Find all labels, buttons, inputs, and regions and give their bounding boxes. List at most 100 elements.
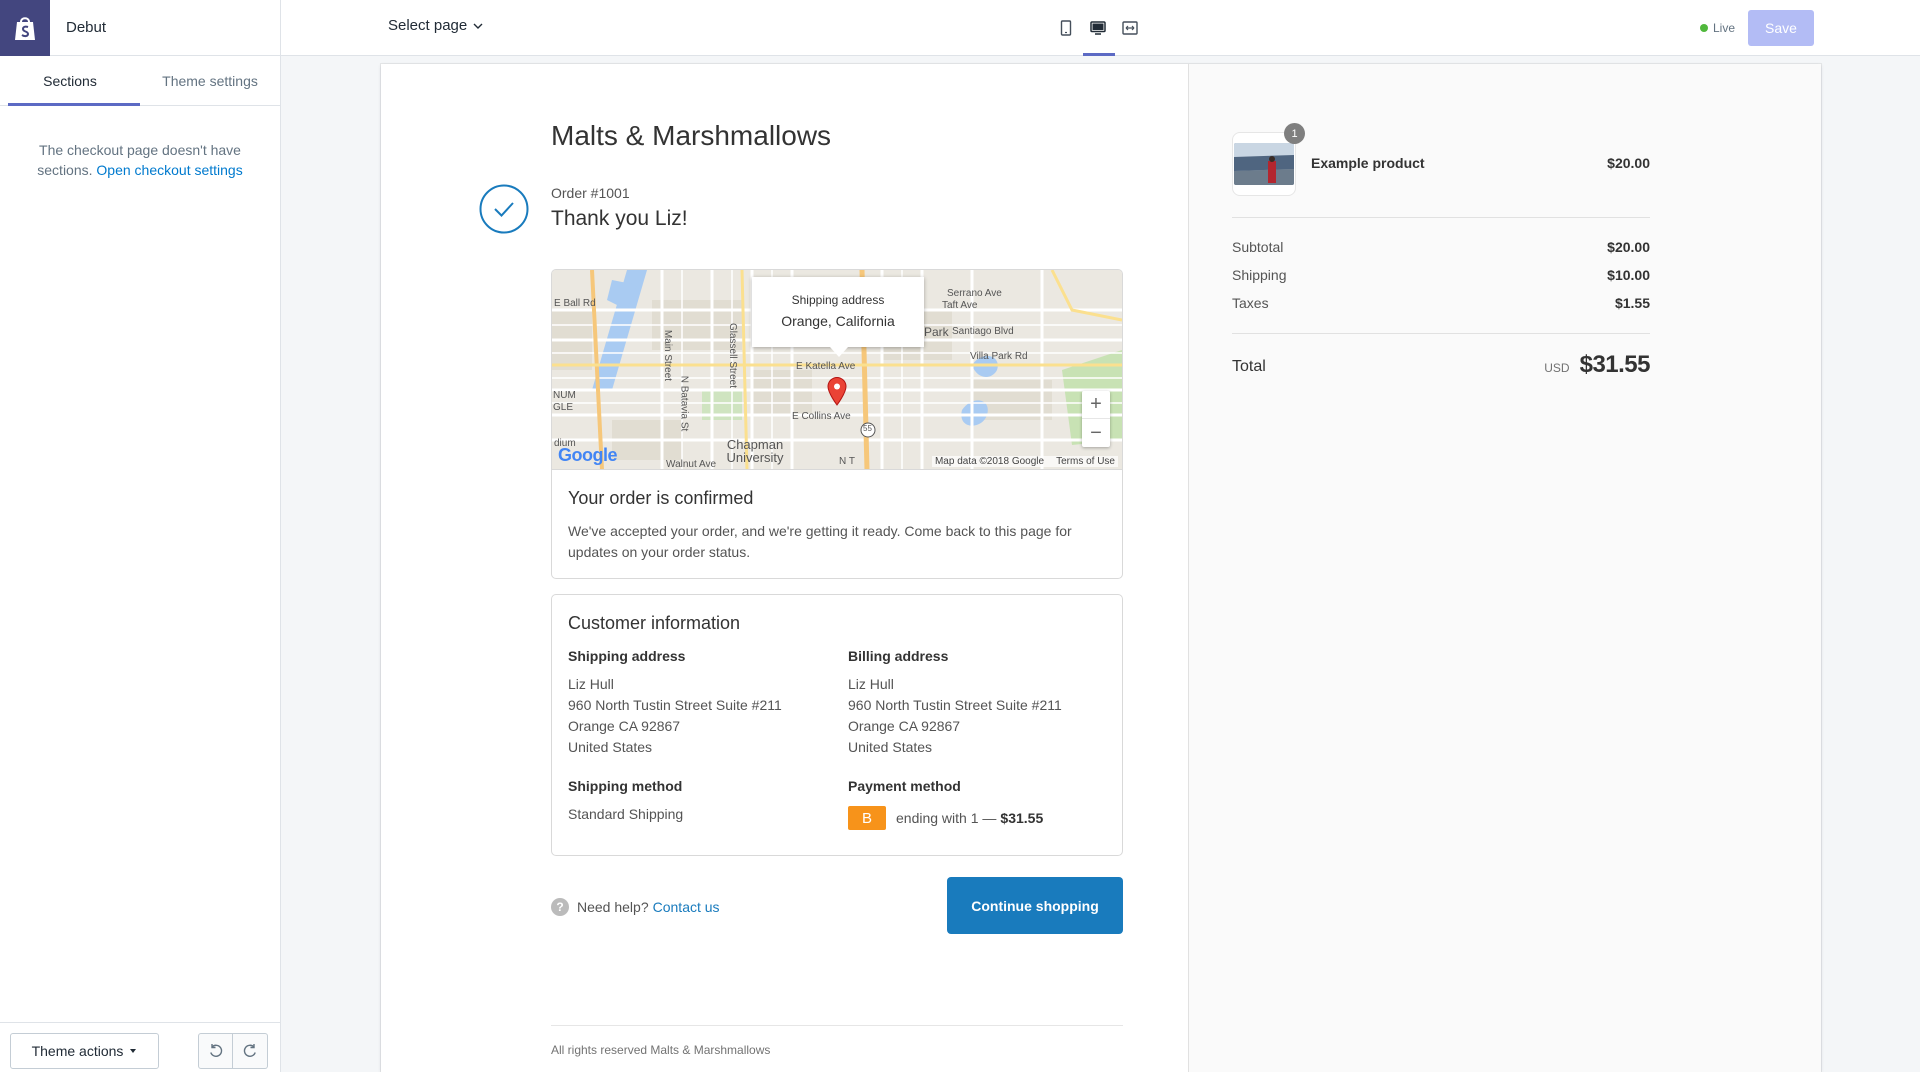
- shipping-map[interactable]: E Ball Rd Main Street Glassell Street N …: [552, 270, 1122, 470]
- address-line: United States: [568, 739, 653, 755]
- product-price: $20.00: [1607, 155, 1650, 171]
- redo-button[interactable]: [233, 1033, 268, 1069]
- route-shield-label: 55: [863, 424, 872, 433]
- map-pin-icon[interactable]: [826, 376, 848, 406]
- sidebar-message: The checkout page doesn't have sections.…: [0, 106, 280, 180]
- shopping-bag-icon: [15, 17, 35, 40]
- fullscreen-icon: [1122, 21, 1138, 35]
- question-icon: ?: [551, 898, 569, 916]
- view-toggles: [1050, 0, 1146, 56]
- address-line: 960 North Tustin Street Suite #211: [568, 697, 782, 713]
- mobile-view-button[interactable]: [1050, 0, 1082, 56]
- continue-shopping-button[interactable]: Continue shopping: [947, 877, 1123, 934]
- zoom-out-button[interactable]: −: [1082, 419, 1110, 447]
- total-label: Total: [1232, 358, 1266, 375]
- payment-method-line: B ending with 1 — $31.55: [848, 806, 1118, 830]
- subtotal-value: $20.00: [1607, 239, 1650, 255]
- summary-divider: [1232, 333, 1650, 334]
- caret-down-icon: [130, 1049, 137, 1053]
- shipping-method-block: Shipping method Standard Shipping: [568, 778, 838, 825]
- subtotal-label: Subtotal: [1232, 239, 1284, 255]
- shopify-logo[interactable]: [0, 0, 50, 56]
- undo-icon: [209, 1044, 222, 1057]
- shipping-label: Shipping: [1232, 267, 1287, 283]
- select-page-dropdown[interactable]: Select page: [388, 17, 483, 34]
- shipping-method-value: Standard Shipping: [568, 806, 684, 822]
- map-label: Glassell Street: [727, 322, 739, 389]
- total-amount: USD $31.55: [1544, 351, 1650, 379]
- preview-frame: Malts & Marshmallows Order #1001 Thank y…: [381, 64, 1821, 1072]
- map-label: Main Street: [662, 329, 674, 382]
- payment-amount: $31.55: [1000, 810, 1044, 826]
- select-page-label: Select page: [388, 17, 468, 34]
- map-label: N Batavia St: [678, 375, 690, 432]
- total-currency: USD: [1544, 361, 1570, 375]
- divider: [280, 0, 281, 56]
- checkout-main: Malts & Marshmallows Order #1001 Thank y…: [381, 64, 1189, 1072]
- customer-info-title: Customer information: [568, 613, 741, 633]
- shipping-value: $10.00: [1607, 267, 1650, 283]
- map-credits: Map data ©2018 Google Terms of Use: [931, 456, 1118, 467]
- save-button[interactable]: Save: [1748, 10, 1814, 46]
- order-summary: 1 Example product $20.00 Subtotal $20.00…: [1189, 64, 1821, 1072]
- sidebar-footer: Theme actions: [0, 1022, 280, 1072]
- shipping-address-tooltip: Shipping address Orange, California: [752, 277, 924, 357]
- tab-sections[interactable]: Sections: [0, 56, 140, 106]
- redo-icon: [243, 1044, 256, 1057]
- shop-name[interactable]: Malts & Marshmallows: [551, 120, 831, 152]
- address-line: United States: [848, 739, 933, 755]
- sidebar: Sections Theme settings The checkout pag…: [0, 56, 281, 1072]
- product-name: Example product: [1311, 155, 1425, 171]
- product-row: 1 Example product $20.00: [1232, 123, 1650, 196]
- address-line: Liz Hull: [848, 676, 894, 692]
- check-circle-icon: [479, 184, 529, 234]
- live-dot-icon: [1700, 24, 1708, 32]
- mobile-icon: [1060, 20, 1072, 36]
- google-logo[interactable]: Google: [558, 445, 618, 466]
- help-section: ? Need help? Contact us: [551, 898, 720, 916]
- contact-us-link[interactable]: Contact us: [653, 899, 720, 915]
- confirm-text: We've accepted your order, and we're get…: [568, 523, 1072, 560]
- desktop-view-button[interactable]: [1082, 0, 1115, 56]
- map-label: NUM: [553, 390, 576, 401]
- zoom-in-button[interactable]: +: [1082, 391, 1110, 419]
- product-image: [1234, 143, 1294, 185]
- undo-redo-group: [198, 1033, 268, 1069]
- live-status: Live: [1700, 21, 1735, 35]
- map-label: GLE: [553, 402, 574, 413]
- map-label: Taft Ave: [942, 300, 978, 311]
- shipping-address-label: Shipping address: [568, 648, 686, 664]
- shipping-address-block: Shipping address Liz Hull 960 North Tust…: [568, 648, 838, 758]
- taxes-value: $1.55: [1614, 295, 1650, 311]
- undo-button[interactable]: [198, 1033, 233, 1069]
- customer-information-card: Customer information Shipping address Li…: [551, 594, 1123, 856]
- top-bar: Debut Select page Live Save: [0, 0, 1920, 56]
- payment-text: ending with 1 —: [896, 810, 997, 826]
- product-thumbnail: 1: [1232, 123, 1305, 196]
- map-label: Villa Park Rd: [970, 351, 1028, 362]
- thank-you-heading: Thank you Liz!: [551, 207, 688, 230]
- address-line: Orange CA 92867: [848, 718, 961, 734]
- confirm-body: Your order is confirmed We've accepted y…: [552, 470, 1122, 563]
- map-label: Serrano Ave: [947, 288, 1002, 299]
- footer-divider: [551, 1025, 1123, 1026]
- fullscreen-view-button[interactable]: [1114, 0, 1146, 56]
- map-label: E Collins Ave: [792, 411, 851, 422]
- payment-method-block: Payment method B ending with 1 — $31.55: [848, 778, 1118, 830]
- theme-actions-button[interactable]: Theme actions: [10, 1033, 159, 1069]
- open-checkout-settings-link[interactable]: Open checkout settings: [96, 162, 242, 178]
- map-label: Chapman University: [726, 437, 784, 465]
- address-line: Orange CA 92867: [568, 718, 681, 734]
- tab-theme-settings[interactable]: Theme settings: [140, 56, 280, 105]
- google-logo-text: Google: [558, 445, 618, 465]
- billing-address-lines: Liz Hull 960 North Tustin Street Suite #…: [848, 674, 1118, 758]
- theme-name: Debut: [66, 19, 107, 36]
- chevron-down-icon: [473, 23, 483, 29]
- subtotal-row: Subtotal $20.00: [1232, 239, 1650, 255]
- help-text: Need help?: [577, 899, 649, 915]
- tooltip-value: Orange, California: [781, 313, 895, 329]
- map-zoom-controls: + −: [1082, 391, 1110, 447]
- payment-method-label: Payment method: [848, 778, 961, 794]
- terms-of-use-link[interactable]: Terms of Use: [1056, 456, 1115, 467]
- shipping-method-label: Shipping method: [568, 778, 683, 794]
